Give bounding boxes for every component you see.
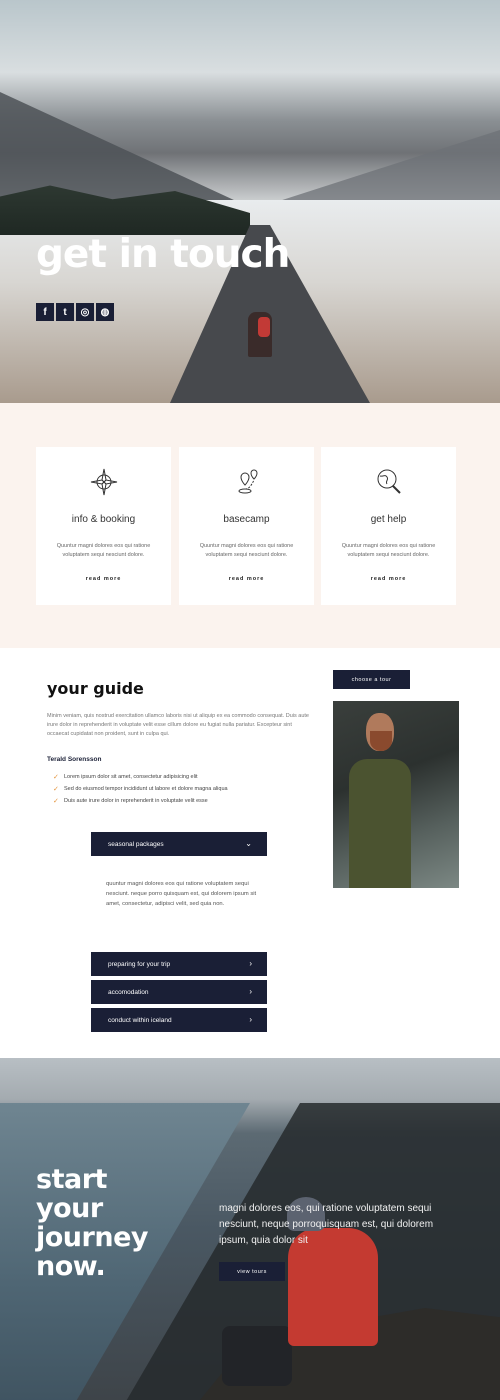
accordion-accomodation[interactable]: accomodation › — [91, 980, 267, 1004]
accordion-label: conduct within iceland — [108, 1016, 172, 1024]
list-item: ✓ Sed do eiusmod tempor incididunt ut lab… — [53, 786, 228, 793]
read-more-link[interactable]: read more — [179, 576, 314, 582]
chevron-right-icon: › — [249, 959, 252, 968]
view-tours-button[interactable]: view tours — [219, 1262, 285, 1281]
check-icon: ✓ — [53, 786, 59, 793]
chevron-down-icon: ⌄ — [245, 839, 252, 848]
info-section: info & booking Quuntur magni dolores eos… — [0, 403, 500, 648]
choose-tour-button[interactable]: choose a tour — [333, 670, 410, 689]
guide-photo — [333, 701, 459, 888]
card-title: basecamp — [223, 514, 270, 525]
compass-icon — [90, 468, 117, 496]
footer-text: magni dolores eos, qui ratione voluptate… — [219, 1203, 434, 1246]
chevron-right-icon: › — [249, 1015, 252, 1024]
card-desc: Quuntur magni dolores eos qui ratione vo… — [199, 543, 294, 558]
footer-hiker-legs — [222, 1326, 292, 1386]
read-more-link[interactable]: read more — [36, 576, 171, 582]
card-info-booking: info & booking Quuntur magni dolores eos… — [36, 447, 171, 605]
check-icon: ✓ — [53, 798, 59, 805]
card-title: info & booking — [71, 514, 136, 525]
card-title: get help — [370, 514, 407, 525]
guide-checklist: ✓ Lorem ipsum dolor sit amet, consectetur… — [53, 771, 228, 807]
hero-title: get in touch — [36, 232, 290, 277]
card-basecamp: basecamp Quuntur magni dolores eos qui r… — [179, 447, 314, 605]
hero-section: get in touch f t ◎ ◍ — [0, 0, 500, 403]
list-item: ✓ Lorem ipsum dolor sit amet, consectetur… — [53, 774, 198, 781]
guide-title: your guide — [47, 679, 144, 698]
guide-text: Minim veniam, quis nostrud exercitation … — [47, 713, 309, 737]
accordion-body: quuntur magni dolores eos qui ratione vo… — [106, 881, 257, 907]
footer-title: start your journey now. — [36, 1164, 148, 1282]
twitter-icon[interactable]: t — [56, 303, 74, 321]
card-desc: Quuntur magni dolores eos qui ratione vo… — [56, 543, 151, 558]
social-links: f t ◎ ◍ — [36, 303, 114, 321]
list-item: ✓ Duis aute irure dolor in reprehenderit … — [53, 798, 208, 805]
check-icon: ✓ — [53, 774, 59, 781]
card-get-help: get help Quuntur magni dolores eos qui r… — [321, 447, 456, 605]
globe-icon[interactable]: ◍ — [96, 303, 114, 321]
guide-name: Terald Sorensson — [47, 756, 102, 763]
accordion-label: accomodation — [108, 988, 149, 996]
accordion-label: seasonal packages — [108, 840, 164, 848]
chevron-right-icon: › — [249, 987, 252, 996]
guide-photo-beard — [370, 731, 392, 751]
map-pin-icon — [238, 469, 258, 494]
accordion-conduct[interactable]: conduct within iceland › — [91, 1008, 267, 1032]
card-desc: Quuntur magni dolores eos qui ratione vo… — [341, 543, 436, 558]
accordion-label: preparing for your trip — [108, 960, 171, 968]
accordion-preparing[interactable]: preparing for your trip › — [91, 952, 267, 976]
hero-couple-figure — [248, 312, 272, 357]
globe-search-icon — [377, 469, 401, 494]
facebook-icon[interactable]: f — [36, 303, 54, 321]
guide-photo-body — [349, 759, 411, 888]
instagram-icon[interactable]: ◎ — [76, 303, 94, 321]
accordion-seasonal-packages[interactable]: seasonal packages ⌄ — [91, 832, 267, 856]
read-more-link[interactable]: read more — [321, 576, 456, 582]
